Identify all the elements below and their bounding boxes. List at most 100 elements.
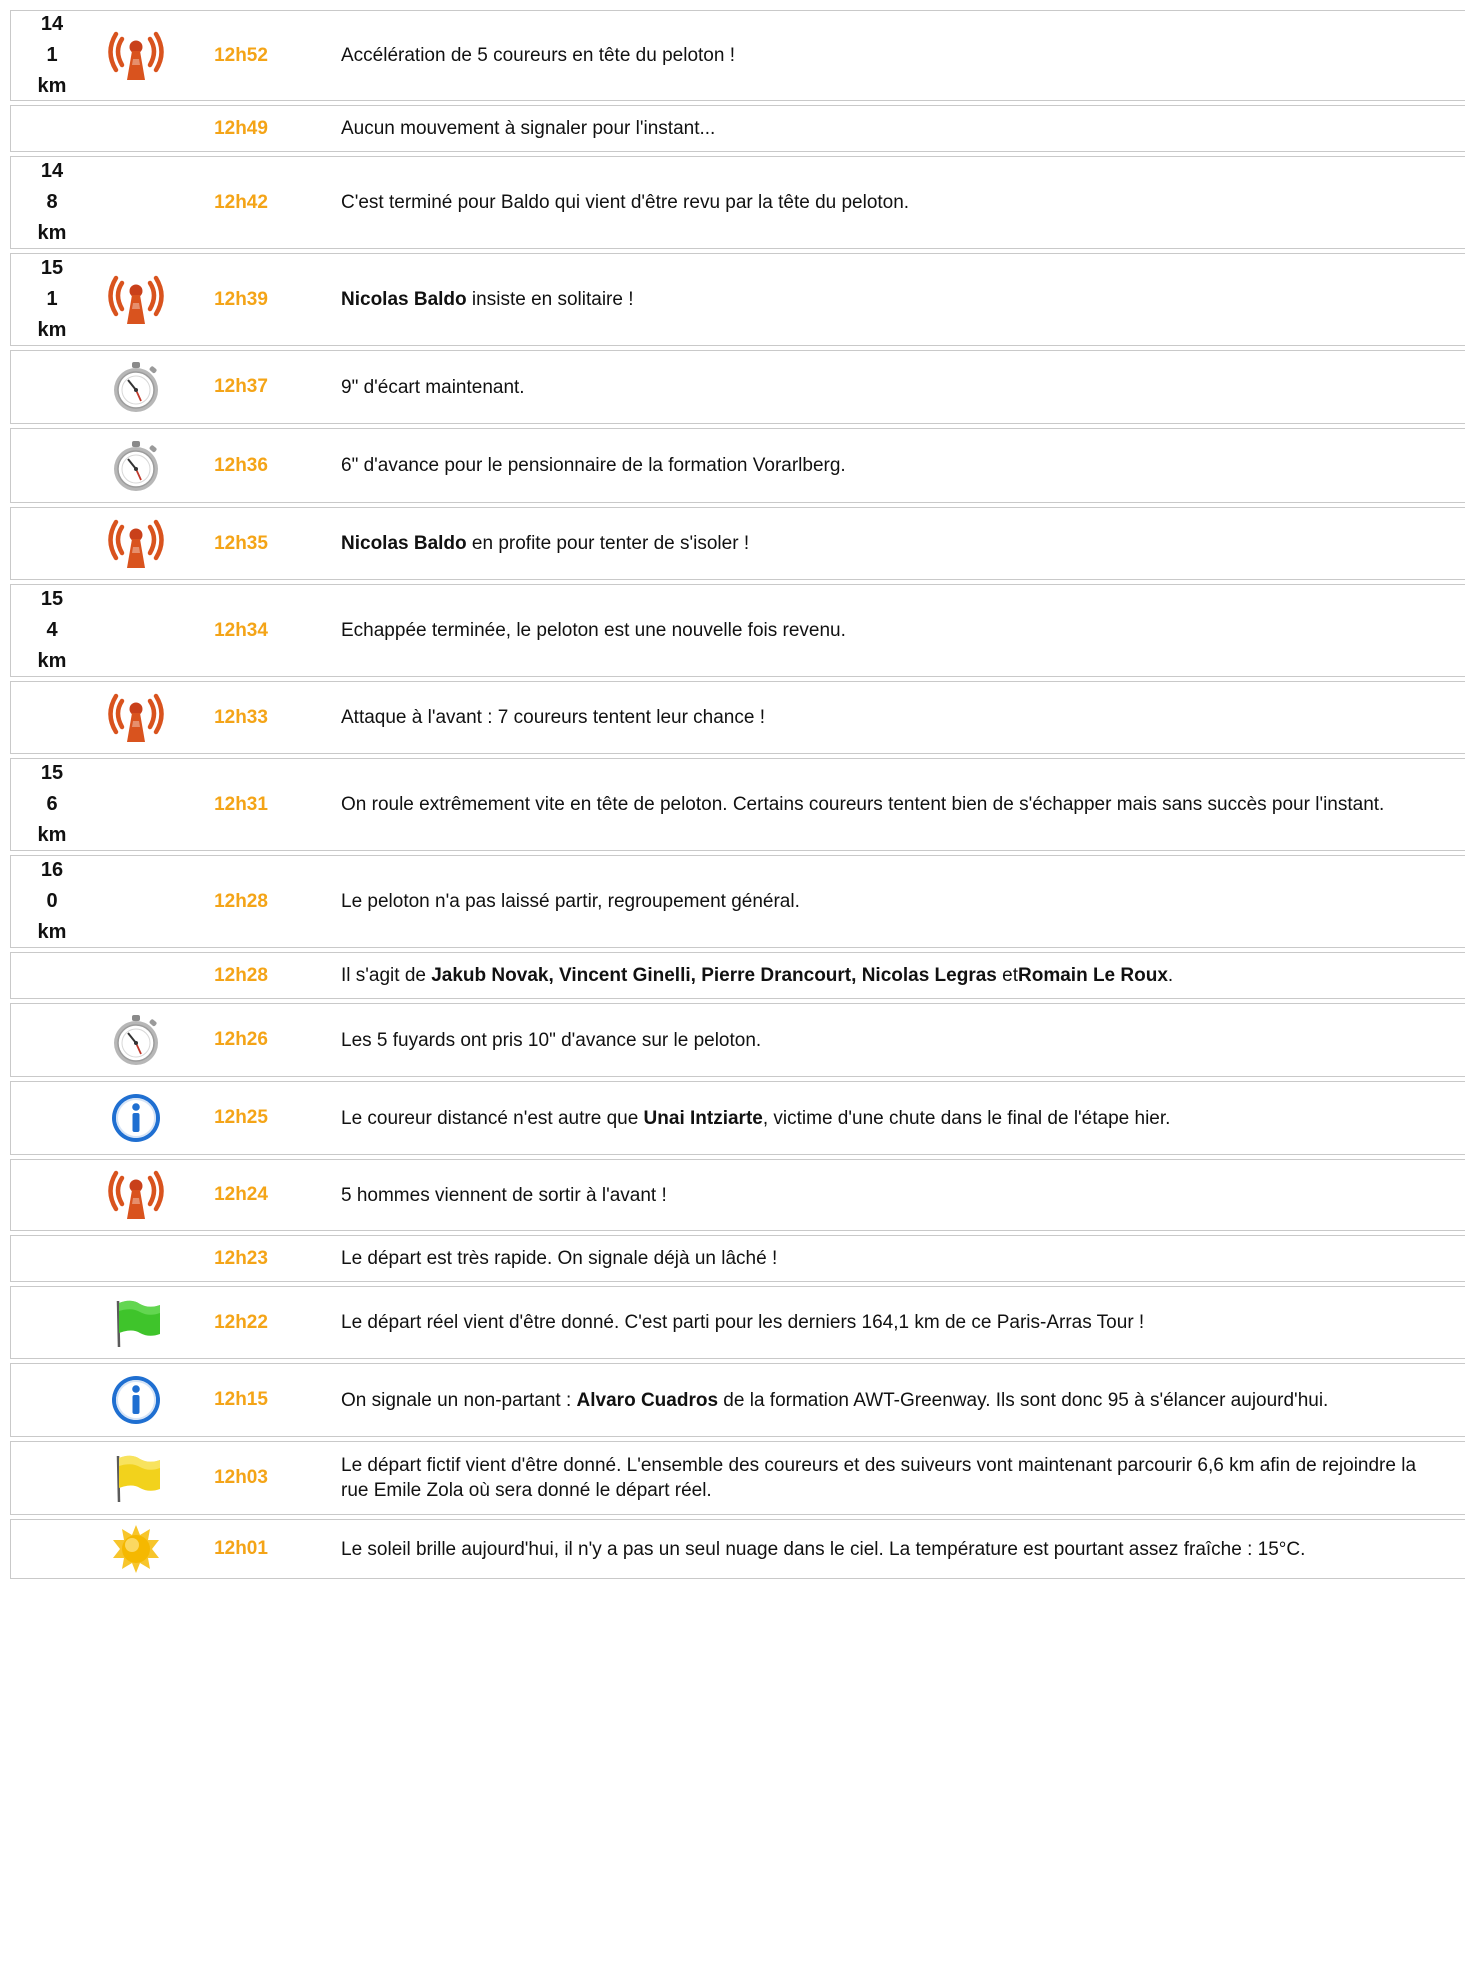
entry-text: Le départ est très rapide. On signale dé…: [341, 1236, 1437, 1281]
text-segment: et: [996, 965, 1018, 986]
entry-text: On signale un non-partant : Alvaro Cuadr…: [341, 1364, 1437, 1436]
text-segment: Le départ est très rapide. On signale dé…: [341, 1248, 778, 1269]
entry-text: Le soleil brille aujourd'hui, il n'y a p…: [341, 1520, 1437, 1578]
distance-text: 0: [46, 890, 58, 912]
text-segment: Le peloton n'a pas laissé partir, regrou…: [341, 891, 800, 912]
text-segment: 9" d'écart maintenant.: [341, 376, 525, 398]
entry-text: 5 hommes viennent de sortir à l'avant !: [341, 1160, 1437, 1230]
distance-text: 15: [40, 762, 64, 784]
text-segment: Echappée terminée, le peloton est une no…: [341, 620, 846, 641]
antenna-icon: [93, 682, 179, 753]
distance-marker: [11, 1004, 93, 1076]
feed-entry: 12h25 Le coureur distancé n'est autre que…: [10, 1081, 1465, 1155]
distance-marker: [11, 1160, 93, 1230]
entry-text: Les 5 fuyards ont pris 10" d'avance sur …: [341, 1004, 1437, 1076]
icon-slot-empty: [93, 953, 179, 998]
text-segment: Le coureur distancé n'est autre que: [341, 1107, 644, 1129]
icon-slot-empty: [93, 856, 179, 947]
distance-text: km: [37, 650, 67, 672]
distance-text: 1: [46, 288, 58, 310]
feed-entry: 12h15 On signale un non-partant : Alvaro …: [10, 1363, 1465, 1437]
distance-text: 14: [40, 13, 64, 35]
entry-text: 6" d'avance pour le pensionnaire de la f…: [341, 429, 1437, 502]
feed-entry: 12h03 Le départ fictif vient d'être donné…: [10, 1441, 1465, 1515]
entry-text: Le coureur distancé n'est autre que Unai…: [341, 1082, 1437, 1154]
stopwatch-icon: [93, 351, 179, 423]
entry-time: 12h42: [214, 191, 268, 213]
text-segment: insiste en solitaire !: [466, 289, 634, 310]
entry-text: Echappée terminée, le peloton est une no…: [341, 585, 1437, 676]
feed-entry: 15 1 km 12h39 Nicolas Baldo insiste en soli…: [10, 253, 1465, 346]
entry-text: Nicolas Baldo insiste en solitaire !: [341, 254, 1437, 345]
distance-marker: 16 0 km: [11, 856, 93, 947]
distance-marker: [11, 1236, 93, 1281]
entry-time: 12h39: [214, 288, 268, 310]
entry-time: 12h28: [214, 964, 268, 986]
icon-slot-empty: [93, 585, 179, 676]
feed-entry: 12h28 Il s'agit de Jakub Novak, Vincent G…: [10, 952, 1465, 999]
icon-slot-empty: [93, 106, 179, 151]
feed-entry: 12h01 Le soleil brille aujourd'hui, il n'…: [10, 1519, 1465, 1579]
text-segment: de la formation AWT-Greenway. Ils sont d…: [718, 1389, 1329, 1411]
text-segment: On signale un non-partant :: [341, 1389, 577, 1411]
distance-marker: [11, 106, 93, 151]
entry-time: 12h23: [214, 1247, 268, 1269]
rider-name: Jakub Novak, Vincent Ginelli, Pierre Dra…: [431, 965, 997, 986]
feed-entry: 12h24 5 hommes viennent de sortir à l'ava…: [10, 1159, 1465, 1231]
entry-time: 12h25: [214, 1107, 268, 1128]
distance-text: 6: [46, 793, 58, 815]
distance-marker: [11, 953, 93, 998]
text-segment: Le soleil brille aujourd'hui, il n'y a p…: [341, 1538, 1306, 1560]
distance-text: km: [37, 921, 67, 943]
entry-time: 12h52: [214, 44, 268, 66]
entry-text: Nicolas Baldo en profite pour tenter de …: [341, 508, 1437, 579]
feed-entry: 15 4 km 12h34 Echappée terminée, le peloton …: [10, 584, 1465, 677]
stopwatch-icon: [93, 1004, 179, 1076]
distance-text: km: [37, 222, 67, 244]
entry-text: On roule extrêmement vite en tête de pel…: [341, 759, 1437, 850]
icon-slot-empty: [93, 1236, 179, 1281]
distance-marker: [11, 1442, 93, 1514]
rider-name: Nicolas Baldo: [341, 289, 467, 310]
distance-text: 16: [40, 859, 64, 881]
text-segment: Le départ fictif vient d'être donné. L'e…: [341, 1455, 1417, 1501]
feed-entry: 12h33 Attaque à l'avant : 7 coureurs tent…: [10, 681, 1465, 754]
rider-name: Romain Le Roux: [1018, 965, 1168, 986]
text-segment: C'est terminé pour Baldo qui vient d'êtr…: [341, 192, 910, 213]
feed-entry: 16 0 km 12h28 Le peloton n'a pas laissé part…: [10, 855, 1465, 948]
text-segment: en profite pour tenter de s'isoler !: [466, 533, 750, 554]
distance-text: 15: [40, 257, 64, 279]
entry-time: 12h22: [214, 1311, 268, 1333]
text-segment: 6" d'avance pour le pensionnaire de la f…: [341, 455, 846, 476]
antenna-icon: [93, 11, 179, 100]
entry-time: 12h24: [214, 1184, 268, 1205]
feed-entry: 14 8 km 12h42 C'est terminé pour Baldo qui v…: [10, 156, 1465, 249]
text-segment: On roule extrêmement vite en tête de pel…: [341, 794, 1385, 815]
entry-time: 12h28: [214, 890, 268, 912]
distance-marker: [11, 1082, 93, 1154]
feed-entry: 12h35 Nicolas Baldo en profite pour tente…: [10, 507, 1465, 580]
green-flag-icon: [93, 1287, 179, 1358]
distance-marker: [11, 1364, 93, 1436]
entry-text: 9" d'écart maintenant.: [341, 351, 1437, 423]
entry-time: 12h36: [214, 454, 268, 476]
entry-time: 12h31: [214, 793, 268, 815]
icon-slot-empty: [93, 157, 179, 248]
info-icon: [93, 1082, 179, 1154]
rider-name: Unai Intziarte: [643, 1107, 763, 1129]
text-segment: Aucun mouvement à signaler pour l'instan…: [341, 118, 716, 139]
sun-icon: [93, 1520, 179, 1578]
entry-time: 12h26: [214, 1029, 268, 1050]
entry-time: 12h34: [214, 619, 268, 641]
entry-text: Le peloton n'a pas laissé partir, regrou…: [341, 856, 1437, 947]
yellow-flag-icon: [93, 1442, 179, 1514]
feed-entry: 12h22 Le départ réel vient d'être donné. …: [10, 1286, 1465, 1359]
distance-marker: 15 1 km: [11, 254, 93, 345]
distance-marker: [11, 351, 93, 423]
entry-time: 12h01: [214, 1538, 268, 1559]
antenna-icon: [93, 1160, 179, 1230]
distance-text: 15: [40, 588, 64, 610]
antenna-icon: [93, 254, 179, 345]
distance-text: km: [37, 75, 67, 97]
distance-text: 1: [46, 44, 58, 66]
